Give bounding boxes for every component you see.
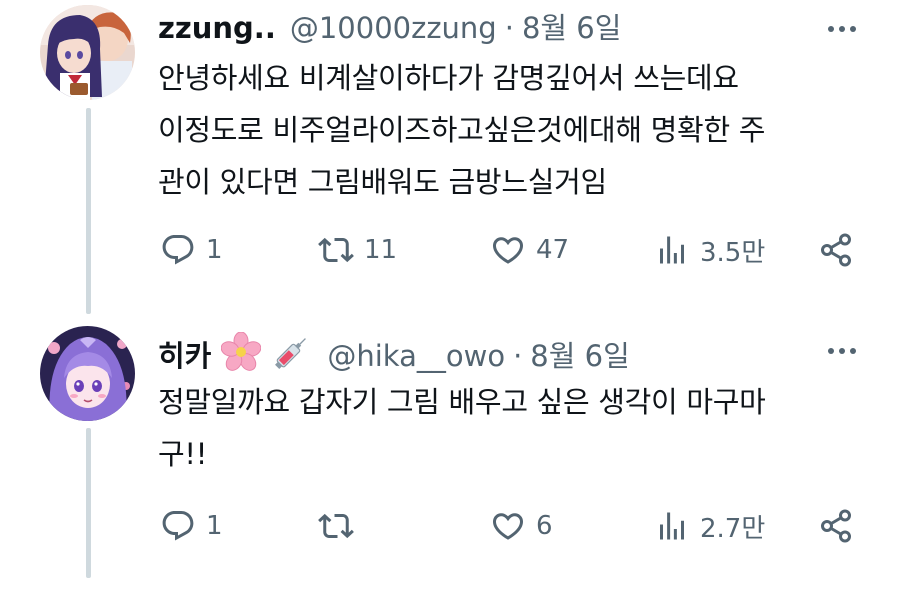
more-options-icon[interactable] xyxy=(828,26,856,32)
tweet-text-line: 관이 있다면 그림배워도 금방느실거임 xyxy=(158,165,607,199)
tweet-text-line: 구!! xyxy=(158,437,208,471)
like-count: 6 xyxy=(536,511,553,541)
tweet-text: 정말일까요 갑자기 그림 배우고 싶은 생각이 마구마 구!! xyxy=(158,376,858,480)
syringe-icon xyxy=(271,332,313,380)
tweet-text: 안녕하세요 비계살이하다가 감명깊어서 쓰는데요 이정도로 비주얼라이즈하고싶은… xyxy=(158,52,858,208)
tweet[interactable]: zzung.. @10000zzung · 8월 6일 안녕하세요 비계살이하다… xyxy=(0,0,900,300)
retweet-count: 11 xyxy=(364,235,398,265)
reply-count: 1 xyxy=(206,235,223,265)
heart-icon xyxy=(492,237,524,264)
retweet-button[interactable]: 11 xyxy=(318,230,397,270)
retweet-icon xyxy=(318,513,354,539)
retweet-icon xyxy=(318,237,354,263)
user-handle[interactable]: @hika__owo xyxy=(327,338,505,374)
reply-button[interactable]: 1 xyxy=(160,506,223,546)
tweet-text-line: 이정도로 비주얼라이즈하고싶은것에대해 명확한 주 xyxy=(158,113,766,147)
avatar[interactable] xyxy=(40,326,135,421)
share-button[interactable] xyxy=(818,230,854,270)
share-button[interactable] xyxy=(818,506,854,546)
reply-icon xyxy=(162,511,194,541)
share-icon xyxy=(821,509,851,543)
share-icon xyxy=(821,233,851,267)
more-options-icon[interactable] xyxy=(828,348,856,354)
like-button[interactable]: 47 xyxy=(490,230,569,270)
display-name[interactable]: zzung.. xyxy=(158,10,276,46)
tweet-actions: 1 6 2.7만 xyxy=(160,506,860,546)
separator-dot: · xyxy=(504,11,514,45)
heart-icon xyxy=(492,513,524,540)
tweet[interactable]: 히카 @hika__owo · 8월 6일 정말일까요 갑자기 그림 배우고 싶… xyxy=(0,320,900,594)
anime-couple-avatar-icon xyxy=(40,5,135,100)
views-chart-icon xyxy=(660,512,684,540)
views-count: 2.7만 xyxy=(700,513,766,544)
views-chart-icon xyxy=(660,236,684,264)
tweet-text-line: 안녕하세요 비계살이하다가 감명깊어서 쓰는데요 xyxy=(158,61,739,95)
avatar[interactable] xyxy=(40,5,135,100)
user-handle[interactable]: @10000zzung xyxy=(290,10,497,46)
tweet-header: 히카 @hika__owo · 8월 6일 xyxy=(158,331,630,380)
tweet-actions: 1 11 47 3.5만 xyxy=(160,230,860,270)
tweet-header: zzung.. @10000zzung · 8월 6일 xyxy=(158,10,621,46)
separator-dot: · xyxy=(513,339,523,373)
like-button[interactable]: 6 xyxy=(490,506,553,546)
retweet-button[interactable] xyxy=(318,506,364,546)
reply-button[interactable]: 1 xyxy=(160,230,223,270)
reply-icon xyxy=(162,235,194,265)
tweet-date[interactable]: 8월 6일 xyxy=(530,338,629,374)
reply-count: 1 xyxy=(206,511,223,541)
display-name[interactable]: 히카 xyxy=(158,338,211,374)
tweet-date[interactable]: 8월 6일 xyxy=(522,10,621,46)
tweet-text-line: 정말일까요 갑자기 그림 배우고 싶은 생각이 마구마 xyxy=(158,385,766,419)
views-button[interactable]: 3.5만 xyxy=(654,230,765,270)
views-count: 3.5만 xyxy=(700,237,766,268)
like-count: 47 xyxy=(536,235,570,265)
cherry-blossom-icon xyxy=(221,331,262,380)
views-button[interactable]: 2.7만 xyxy=(654,506,765,546)
purple-hair-girl-avatar-icon xyxy=(40,326,135,421)
